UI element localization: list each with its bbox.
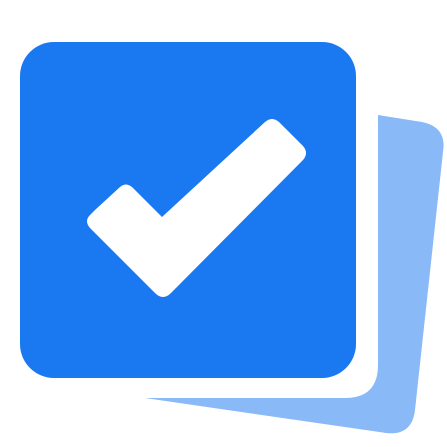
checkbox-stack-icon [20,42,444,434]
app-icon[interactable] [0,0,447,447]
